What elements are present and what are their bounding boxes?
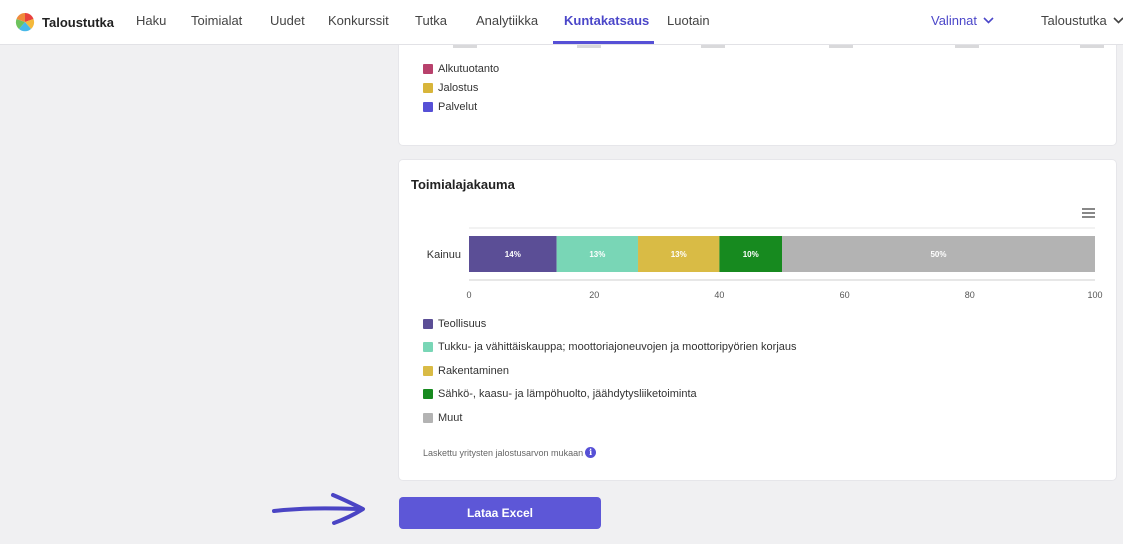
x-tick-label: 60 [840,290,850,300]
active-tab-indicator [553,41,654,44]
sector-legend: Alkutuotanto Jalostus Palvelut [423,59,499,116]
nav-item-haku[interactable]: Haku [136,13,166,28]
nav-item-luotain[interactable]: Luotain [667,13,710,28]
x-tick-label: 40 [714,290,724,300]
legend-swatch [423,389,433,400]
top-navbar: Taloustutka Haku Toimialat Uudet Konkurs… [0,0,1123,45]
x-tick-label: 80 [965,290,975,300]
legend-swatch [423,318,433,329]
sector-legend-item[interactable]: Alkutuotanto [423,59,499,78]
clipped-tick [453,45,477,48]
legend-label: Teollisuus [438,317,487,330]
industry-legend-item[interactable]: Teollisuus [423,312,797,336]
industry-legend-item[interactable]: Sähkö-, kaasu- ja lämpöhuolto, jäähdytys… [423,383,797,407]
valinnat-dropdown[interactable]: Valinnat [931,13,994,28]
sector-chart-card: Alkutuotanto Jalostus Palvelut [399,28,1116,145]
bar-data-label: 13% [671,250,687,259]
clipped-tick [829,45,853,48]
user-menu-label: Taloustutka [1041,13,1107,28]
clipped-tick [955,45,979,48]
arrow-right-icon [272,493,365,525]
nav-item-kuntakatsaus[interactable]: Kuntakatsaus [564,13,649,28]
x-tick-label: 20 [589,290,599,300]
nav-item-analytiikka[interactable]: Analytiikka [476,13,538,28]
legend-label: Alkutuotanto [438,62,500,75]
nav-item-uudet[interactable]: Uudet [270,13,305,28]
industry-legend: Teollisuus Tukku- ja vähittäiskauppa; moo… [423,312,797,430]
nav-item-tutka[interactable]: Tutka [415,13,447,28]
chevron-down-icon [983,17,994,24]
category-label: Kainuu [427,249,461,261]
brand-logo-icon [15,12,35,32]
industry-legend-item[interactable]: Muut [423,406,797,430]
user-menu[interactable]: Taloustutka [1041,13,1123,28]
clipped-tick [577,45,601,48]
bar-data-label: 50% [930,250,946,259]
info-icon[interactable]: i [585,447,597,458]
legend-label: Palvelut [438,100,478,113]
clipped-tick [1080,45,1104,48]
legend-label: Muut [438,411,463,424]
x-tick-label: 0 [466,290,471,300]
sector-legend-item[interactable]: Jalostus [423,78,499,97]
chart-svg: Kainuu 14% 13% 13% 10% 50% 0 20 40 60 80 100 [427,227,1103,300]
legend-swatch [423,82,433,93]
legend-label: Rakentaminen [438,364,509,377]
bar-data-label: 13% [589,250,605,259]
valinnat-label: Valinnat [931,13,978,28]
download-excel-button[interactable]: Lataa Excel [399,497,601,529]
industry-legend-item[interactable]: Tukku- ja vähittäiskauppa; moottoriajone… [423,336,797,360]
legend-swatch [423,101,433,112]
brand-logo[interactable]: Taloustutka [15,12,114,32]
footnote-text: Laskettu yritysten jalostusarvon mukaan [423,447,584,458]
bar-data-label: 14% [505,250,521,259]
legend-swatch [423,63,433,74]
legend-label: Tukku- ja vähittäiskauppa; moottoriajone… [438,341,797,354]
footnote: Laskettu yritysten jalostusarvon mukaan … [423,447,597,458]
brand-name: Taloustutka [42,14,114,30]
bar-data-label: 10% [743,250,759,259]
legend-swatch [423,412,433,423]
sector-legend-item[interactable]: Palvelut [423,97,499,116]
legend-swatch [423,342,433,353]
nav-item-konkurssit[interactable]: Konkurssit [328,13,389,28]
clipped-axis-ticks [399,45,1116,53]
x-tick-label: 100 [1087,290,1102,300]
chevron-down-icon [1113,17,1123,24]
legend-label: Jalostus [438,81,479,94]
clipped-tick [701,45,725,48]
industry-distribution-card: Toimialajakauma Kainuu 14% 13% 13% 10% 50% 0 20… [399,160,1116,480]
legend-swatch [423,365,433,376]
nav-item-toimialat[interactable]: Toimialat [191,13,242,28]
industry-legend-item[interactable]: Rakentaminen [423,359,797,383]
legend-label: Sähkö-, kaasu- ja lämpöhuolto, jäähdytys… [438,388,697,401]
